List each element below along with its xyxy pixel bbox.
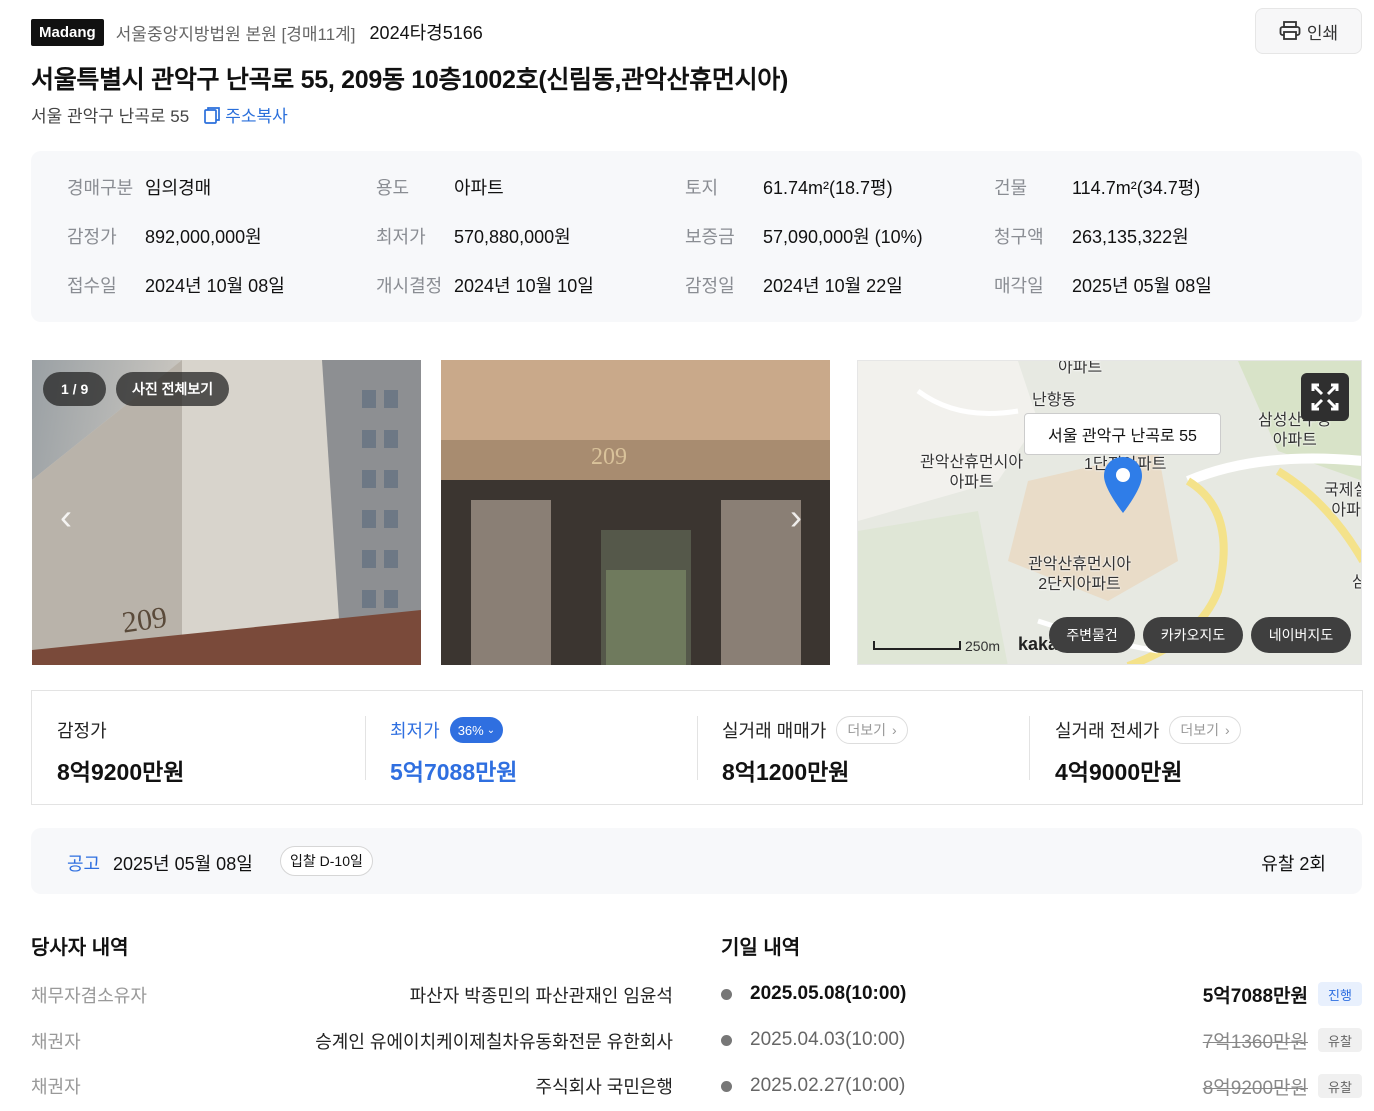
naver-map-button[interactable]: 네이버지도 [1251,617,1351,653]
bullet-icon [721,988,732,1000]
status-badge: 유찰 [1318,1074,1362,1098]
sub-address: 서울 관악구 난곡로 55 주소복사 [31,102,288,127]
map-label-edge: 삼 [1352,573,1361,593]
prev-photo-arrow-icon[interactable]: ‹ [60,496,72,538]
divider [365,716,366,780]
info-appraisal-date: 감정일 2024년 10월 22일 [685,276,903,296]
notice-date: 2025년 05월 08일 [113,854,253,874]
sub-address-text: 서울 관악구 난곡로 55 [31,107,190,126]
nearby-items-button[interactable]: 주변물건 [1049,617,1135,653]
header: Madang 서울중앙지방법원 본원 [경매11계] 2024타경5166 인쇄 [31,8,1362,54]
chevron-double-down-icon: ⌄ [486,724,496,736]
case-number: 2024타경5166 [369,23,483,43]
party-row: 채무자겸소유자 파산자 박종민의 파산관재인 임윤석 [31,986,673,1006]
madang-logo: Madang [31,18,104,46]
map-label-humansia-2: 관악산휴먼시아 2단지아파트 [1028,556,1132,593]
date-row: 2025.02.27(10:00) 8억9200만원 유찰 [721,1072,1362,1100]
info-start-decision: 개시결정 2024년 10월 10일 [376,276,594,296]
chevron-right-icon: › [1225,722,1230,738]
price-summary: 감정가 8억9200만원 최저가 36% ⌄ 5억7088만원 실거래 매매가 더… [31,690,1363,805]
dday-badge: 입찰 D-10일 [280,846,373,876]
party-row: 채권자 승계인 유에이치케이제칠차유동화전문 유한회사 [31,1032,673,1052]
price-sale: 실거래 매매가 더보기 › 8억1200만원 [722,716,908,787]
location-map[interactable]: 아파트 난향동 관악산휴먼시아 아파트 1단지아파트 관악산휴먼시아 2단지아파… [857,360,1362,665]
copy-icon [204,106,221,124]
map-pin-icon [1104,457,1142,513]
map-scale-text: 250m [965,638,1001,654]
divider [697,716,698,780]
date-row: 2025.04.03(10:00) 7억1360만원 유찰 [721,1026,1362,1054]
info-sale-date: 매각일 2025년 05월 08일 [994,276,1212,296]
parties-title: 당사자 내역 [31,937,129,959]
info-auction-type: 경매구분 임의경매 [67,178,212,198]
svg-text:209: 209 [591,444,627,470]
view-all-photos-button[interactable]: 사진 전체보기 [116,372,230,406]
info-deposit: 보증금 57,090,000원 (10%) [685,227,923,247]
print-label: 인쇄 [1306,23,1339,43]
status-badge: 유찰 [1318,1028,1362,1052]
next-photo-arrow-icon[interactable]: › [790,496,802,538]
price-minimum: 최저가 36% ⌄ 5억7088만원 [390,717,517,787]
property-photo-2[interactable]: 209 › [441,360,830,665]
svg-text:209: 209 [120,601,169,640]
map-label-humansia-1: 관악산휴먼시아 아파트 [920,454,1024,491]
printer-icon [1279,21,1301,40]
info-minimum: 최저가 570,880,000원 [376,227,571,247]
notice-label: 공고 [67,854,101,874]
info-appraisal: 감정가 892,000,000원 [67,227,262,247]
price-jeonse: 실거래 전세가 더보기 › 4억9000만원 [1055,716,1241,787]
page-title: 서울특별시 관악구 난곡로 55, 209동 10층1002호(신림동,관악산휴… [31,66,789,94]
kakao-map-button[interactable]: 카카오지도 [1143,617,1243,653]
jeonse-more-button[interactable]: 더보기 › [1169,716,1241,744]
date-row: 2025.05.08(10:00) 5억7088만원 진행 [721,980,1362,1008]
divider [1029,716,1030,780]
sale-more-button[interactable]: 더보기 › [836,716,908,744]
auction-info-panel: 경매구분 임의경매 용도 아파트 토지 61.74m²(18.7평) 건물 114.7m… [31,151,1362,322]
bullet-icon [721,1080,732,1092]
discount-badge[interactable]: 36% ⌄ [449,717,504,743]
chevron-right-icon: › [892,722,897,738]
info-land: 토지 61.74m²(18.7평) [685,178,893,198]
copy-address-label: 주소복사 [225,107,288,126]
info-received-date: 접수일 2024년 10월 08일 [67,276,285,296]
expand-map-icon[interactable] [1301,373,1349,421]
info-claim: 청구액 263,135,322원 [994,227,1189,247]
failed-count: 유찰 2회 [1261,854,1326,874]
court-name: 서울중앙지방법원 본원 [경매11계] [115,24,356,44]
building-entrance-image: 209 [441,360,830,665]
map-label-apartment: 아파트 [1058,360,1103,376]
map-address-tooltip: 서울 관악구 난곡로 55 [1024,413,1221,455]
info-building: 건물 114.7m²(34.7평) [994,178,1201,198]
copy-address-button[interactable]: 주소복사 [203,102,288,127]
status-badge: 진행 [1318,982,1362,1006]
map-scale-bar [873,641,961,650]
price-appraisal: 감정가 8억9200만원 [57,721,185,785]
property-photo-1[interactable]: 209 1 / 9 사진 전체보기 ‹ [32,360,421,665]
info-usage: 용도 아파트 [376,178,504,198]
bullet-icon [721,1034,732,1046]
notice-bar: 공고 2025년 05월 08일 입찰 D-10일 유찰 2회 [31,828,1362,894]
photo-counter: 1 / 9 [43,372,107,406]
map-label-gukje: 국제실 아파 [1324,482,1361,519]
map-label-nanhyang: 난향동 [1032,392,1077,409]
print-button[interactable]: 인쇄 [1255,8,1362,54]
party-row: 채권자 주식회사 국민은행 [31,1077,673,1097]
dates-title: 기일 내역 [721,937,801,959]
